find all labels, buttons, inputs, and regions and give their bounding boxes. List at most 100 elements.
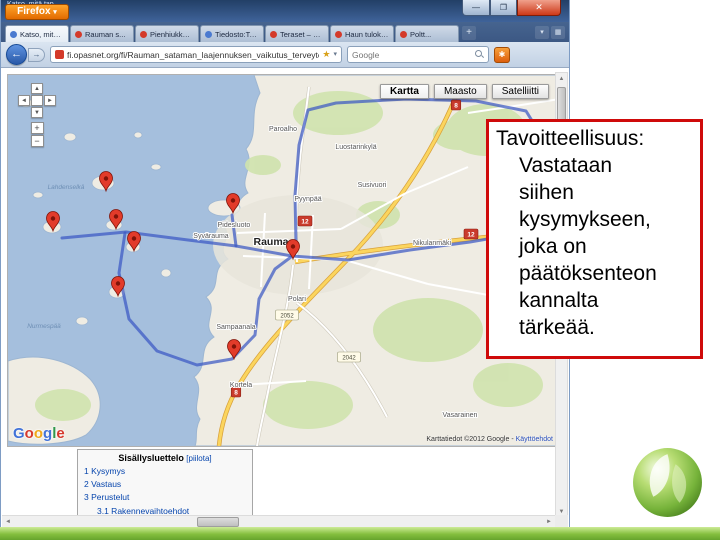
tab-5[interactable]: Teraset – Op...: [265, 25, 329, 42]
tab-favicon-icon: [270, 30, 277, 38]
svg-text:2042: 2042: [342, 356, 356, 362]
annotation-title: Tavoitteellisuus:: [496, 127, 645, 150]
road-shield: 12: [463, 228, 479, 240]
pan-center-icon[interactable]: [31, 95, 43, 106]
tab-bar: Katso, mitä ... Rauman s... Pienhiukkaso…: [1, 22, 569, 42]
map-label: Kortela: [230, 382, 252, 389]
tab-2[interactable]: Rauman s...: [70, 25, 134, 42]
chevron-down-icon: ▾: [53, 9, 57, 16]
toc-item[interactable]: 2 Vastaus: [84, 478, 246, 491]
window-controls: — ❐ ✕: [462, 0, 561, 16]
browser-window: Katso, mitä tap... Firefox ▾ — ❐ ✕ Katso…: [0, 0, 570, 528]
svg-text:8: 8: [454, 103, 458, 110]
zoom-in-button[interactable]: +: [30, 122, 44, 134]
addon-icon[interactable]: ✱: [494, 46, 510, 63]
slide: Katso, mitä tap... Firefox ▾ — ❐ ✕ Katso…: [0, 0, 720, 540]
map-attribution: Karttatiedot ©2012 Google - Käyttöehdot: [426, 436, 553, 443]
tab-4[interactable]: Tiedosto:Tek...: [200, 25, 264, 42]
bookmark-star-icon[interactable]: ★: [322, 50, 330, 59]
map-label: Syvärauma: [193, 233, 229, 240]
logo-letter: o: [33, 425, 44, 442]
google-logo: Google: [13, 425, 65, 443]
new-tab-button[interactable]: +: [462, 26, 476, 40]
pan-right-icon[interactable]: ►: [44, 95, 56, 106]
svg-text:8: 8: [234, 390, 238, 397]
url-input[interactable]: [67, 49, 320, 60]
search-bar[interactable]: [347, 46, 489, 63]
svg-text:2052: 2052: [280, 314, 294, 320]
pan-left-icon[interactable]: ◄: [18, 95, 30, 106]
annotation-line: Vastataan: [519, 154, 613, 177]
map-canvas[interactable]: 8 12 12 8 2052 2042 Paroalho Luostarinkylä Susi…: [7, 74, 560, 447]
annotation-line: tärkeää.: [519, 316, 595, 339]
map-label: Pyynpää: [294, 196, 321, 203]
zoom-out-button[interactable]: −: [30, 135, 44, 147]
green-sphere-logo: [631, 446, 704, 519]
tab-favicon-icon: [75, 30, 82, 38]
map-type-buttons: Kartta Maasto Satelliitti: [380, 84, 549, 99]
pan-down-icon[interactable]: ▼: [31, 107, 43, 118]
url-dropdown-icon[interactable]: ▾: [333, 51, 337, 58]
toc-item[interactable]: 1 Kysymys: [84, 465, 246, 478]
minimize-button[interactable]: —: [462, 0, 490, 16]
site-favicon-icon: [55, 50, 64, 59]
road-shield: 12: [297, 215, 313, 227]
tab-favicon-icon: [335, 30, 342, 38]
slide-footer-bar: [0, 527, 720, 540]
tabbar-right-controls: ▾ ▦: [535, 26, 565, 42]
url-bar[interactable]: ★ ▾: [50, 46, 342, 63]
annotation-line: päätöksenteon: [519, 262, 657, 285]
annotation-line: joka on: [519, 235, 587, 258]
road-shield: 8: [450, 99, 462, 111]
pan-up-icon[interactable]: ▲: [31, 83, 43, 94]
road-shield: 2042: [337, 351, 361, 363]
map-navigation-controls: ▲ ◄ ► ▼ + −: [16, 83, 58, 147]
page-content: 8 12 12 8 2052 2042 Paroalho Luostarinkylä Susi…: [2, 68, 568, 528]
map-label: Susivuori: [358, 182, 387, 189]
tab-7[interactable]: Poltt...: [395, 25, 459, 42]
search-input[interactable]: [352, 49, 472, 60]
tab-favicon-icon: [400, 30, 407, 38]
maximize-button[interactable]: ❐: [490, 0, 517, 16]
logo-letter: e: [56, 425, 65, 442]
map-label: Polari: [288, 296, 306, 303]
map-button-kartta[interactable]: Kartta: [380, 84, 429, 99]
map-button-maasto[interactable]: Maasto: [433, 84, 487, 99]
scroll-up-icon[interactable]: ▲: [556, 73, 567, 85]
svg-text:12: 12: [467, 232, 475, 239]
tab-favicon-icon: [140, 30, 147, 38]
horizontal-scrollbar-thumb[interactable]: [197, 517, 239, 527]
map-label: Pidesluoto: [218, 222, 251, 229]
forward-button[interactable]: →: [28, 47, 45, 62]
map-label: Nikulanmäki: [413, 240, 452, 247]
window-titlebar: Katso, mitä tap... Firefox ▾ — ❐ ✕: [1, 0, 569, 22]
tab-list-icon[interactable]: ▾: [535, 26, 549, 39]
annotation-line: kysymykseen,: [519, 208, 651, 231]
logo-letter: o: [24, 425, 34, 442]
toc-title: Sisällysluettelo [piilota]: [118, 453, 212, 463]
search-icon[interactable]: [475, 50, 484, 59]
tab-6[interactable]: Haun tuloks...: [330, 25, 394, 42]
tab-favicon-icon: [10, 30, 17, 38]
map-label: Paroalho: [269, 126, 297, 133]
toc-item[interactable]: 3 Perustelut: [84, 491, 246, 504]
navigation-toolbar: ← → ★ ▾ ✱: [1, 42, 569, 68]
back-button[interactable]: ←: [6, 44, 27, 65]
panel-icon[interactable]: ▦: [551, 26, 565, 39]
map-label: Sampaanala: [216, 324, 255, 331]
annotation-line: siihen: [519, 181, 574, 204]
map-button-satelliitti[interactable]: Satelliitti: [491, 84, 549, 99]
table-of-contents: Sisällysluettelo [piilota] 1 Kysymys 2 Va…: [77, 449, 253, 525]
map-label: Nurmespää: [27, 323, 61, 330]
terms-link[interactable]: Käyttöehdot: [516, 436, 553, 443]
map-graphics: 8 12 12 8 2052 2042 Paroalho Luostarinkylä Susi…: [8, 75, 559, 446]
tab-3[interactable]: Pienhiukkaso ...: [135, 25, 199, 42]
toc-hide-link[interactable]: [piilota]: [186, 454, 211, 463]
map-label: Luostarinkylä: [335, 144, 376, 151]
map-label: Lahdenselkä: [48, 184, 85, 191]
close-button[interactable]: ✕: [517, 0, 561, 16]
annotation-body: Vastataan siihen kysymykseen, joka on päätök…: [496, 152, 693, 341]
tab-1[interactable]: Katso, mitä ...: [5, 25, 69, 42]
annotation-line: kannalta: [519, 289, 599, 312]
firefox-menu-button[interactable]: Firefox ▾: [5, 4, 69, 20]
